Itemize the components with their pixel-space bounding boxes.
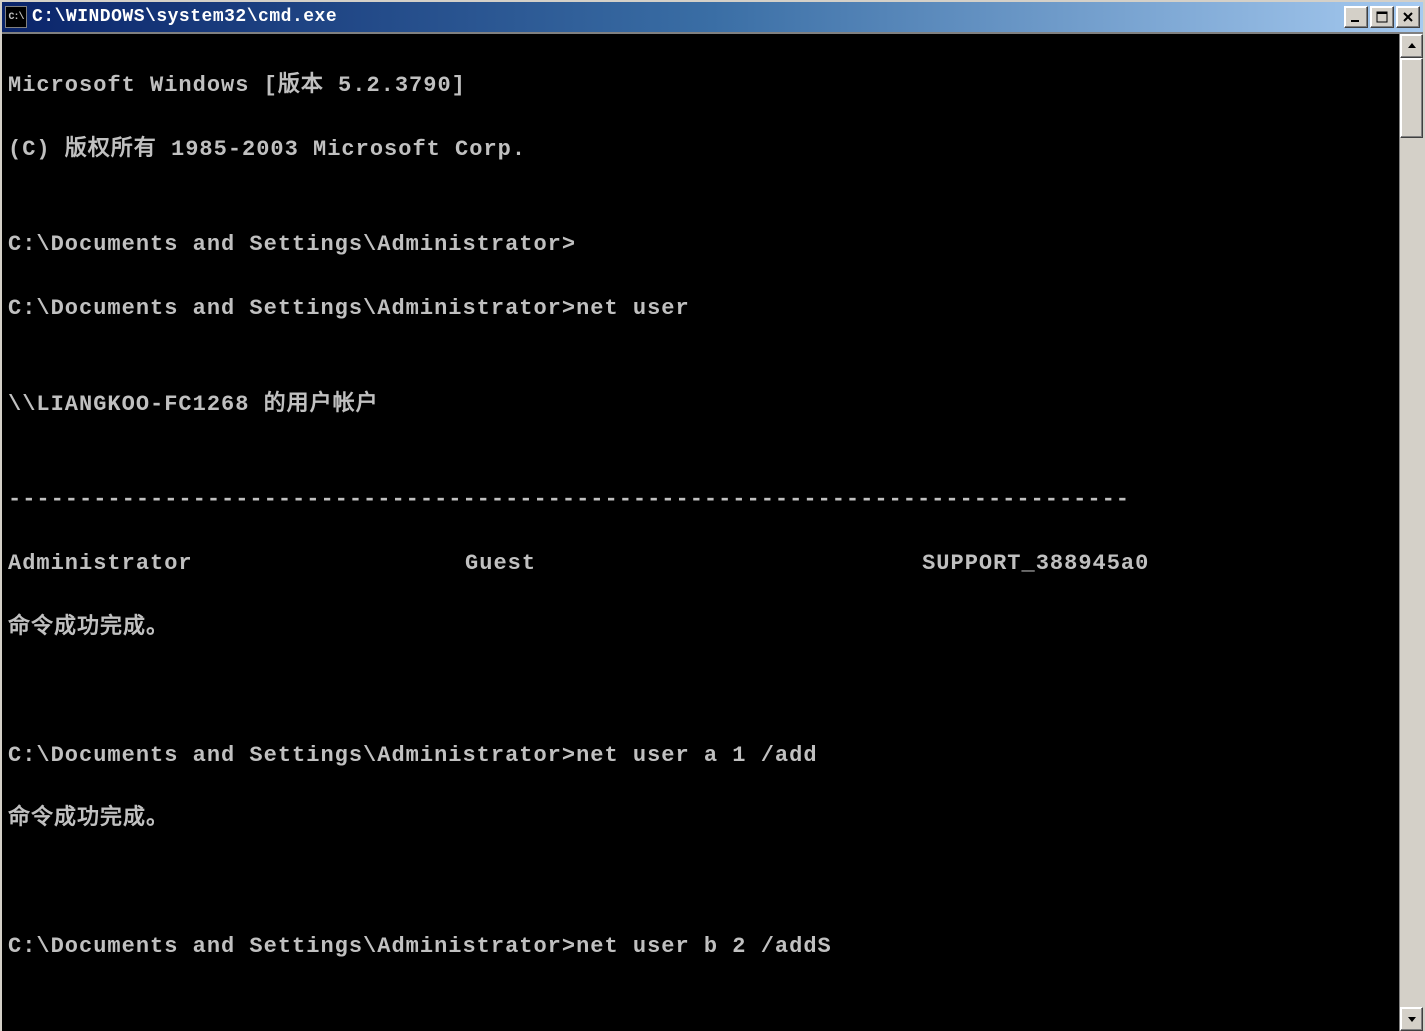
- scroll-up-button[interactable]: [1400, 34, 1423, 58]
- terminal-line: Microsoft Windows [版本 5.2.3790]: [8, 70, 1393, 102]
- user-col: Guest: [465, 548, 922, 580]
- terminal-line: (C) 版权所有 1985-2003 Microsoft Corp.: [8, 134, 1393, 166]
- terminal-command: C:\Documents and Settings\Administrator>…: [8, 931, 1393, 963]
- terminal-line: 命令成功完成。: [8, 803, 1393, 835]
- minimize-button[interactable]: [1344, 6, 1368, 28]
- user-col: Administrator: [8, 548, 465, 580]
- terminal-line: 命令成功完成。: [8, 612, 1393, 644]
- chevron-down-icon: [1407, 1014, 1417, 1024]
- terminal-prompt: C:\Documents and Settings\Administrator>: [8, 229, 1393, 261]
- chevron-up-icon: [1407, 41, 1417, 51]
- terminal-output[interactable]: Microsoft Windows [版本 5.2.3790] (C) 版权所有…: [2, 34, 1399, 1031]
- maximize-button[interactable]: [1370, 6, 1394, 28]
- vertical-scrollbar[interactable]: [1399, 34, 1423, 1031]
- cmd-icon: C:\: [5, 6, 27, 28]
- close-button[interactable]: [1396, 6, 1420, 28]
- user-list-row: AdministratorGuestSUPPORT_388945a0: [8, 548, 1393, 580]
- close-icon: [1402, 11, 1414, 23]
- terminal-divider: ----------------------------------------…: [8, 484, 1393, 516]
- window-title: C:\WINDOWS\system32\cmd.exe: [32, 7, 1344, 27]
- cmd-window: C:\ C:\WINDOWS\system32\cmd.exe Microsof…: [0, 0, 1425, 914]
- scroll-thumb[interactable]: [1400, 58, 1423, 138]
- terminal-command: C:\Documents and Settings\Administrator>…: [8, 740, 1393, 772]
- maximize-icon: [1376, 11, 1388, 23]
- terminal-line: \\LIANGKOO-FC1268 的用户帐户: [8, 389, 1393, 421]
- minimize-icon: [1350, 11, 1362, 23]
- titlebar[interactable]: C:\ C:\WINDOWS\system32\cmd.exe: [2, 2, 1423, 32]
- user-col: SUPPORT_388945a0: [922, 548, 1379, 580]
- terminal-command: C:\Documents and Settings\Administrator>…: [8, 293, 1393, 325]
- scroll-track[interactable]: [1400, 58, 1423, 1007]
- window-controls: [1344, 6, 1420, 28]
- scroll-down-button[interactable]: [1400, 1007, 1423, 1031]
- window-content: Microsoft Windows [版本 5.2.3790] (C) 版权所有…: [2, 32, 1423, 1031]
